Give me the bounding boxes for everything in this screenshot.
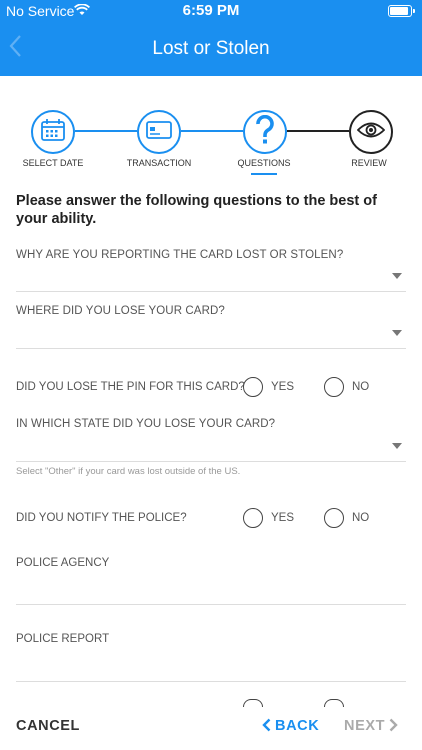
stepper-connector (287, 130, 349, 132)
step-review[interactable] (349, 110, 393, 154)
police-agency-field[interactable]: POLICE AGENCY (16, 557, 406, 605)
police-report-underline (16, 681, 406, 682)
lost-pin-no-label: NO (352, 381, 370, 393)
intro-text: Please answer the following questions to… (16, 193, 377, 227)
where-lost-select[interactable] (16, 319, 406, 349)
notify-police-yes-label: YES (271, 512, 295, 524)
next-button[interactable]: NEXT (344, 718, 398, 736)
notify-police-yes-radio[interactable] (243, 508, 263, 528)
where-lost-label: WHERE DID YOU LOSE YOUR CARD? (16, 305, 225, 317)
lost-pin-yes-label: YES (271, 381, 295, 393)
step-label-select-date: SELECT DATE (22, 158, 84, 168)
nav-bar: Lost or Stolen (0, 22, 422, 76)
chevron-right-icon (389, 718, 398, 736)
clock: 6:59 PM (182, 2, 240, 19)
lost-pin-label: DID YOU LOSE THE PIN FOR THIS CARD? (16, 381, 245, 393)
chevron-down-icon (392, 273, 402, 279)
footer-bar: CANCEL BACK NEXT (0, 708, 422, 750)
where-lost-dropdown[interactable]: WHERE DID YOU LOSE YOUR CARD? (16, 305, 406, 349)
notify-police-no-radio[interactable] (324, 508, 344, 528)
police-report-field[interactable]: POLICE REPORT (16, 633, 406, 682)
form-intro: Please answer the following questions to… (16, 192, 406, 228)
lost-pin-question: DID YOU LOSE THE PIN FOR THIS CARD? YES … (16, 377, 406, 399)
state-hint: Select "Other" if your card was lost out… (16, 466, 241, 477)
card-icon (146, 120, 172, 144)
which-state-label: IN WHICH STATE DID YOU LOSE YOUR CARD? (16, 418, 276, 430)
page-title: Lost or Stolen (152, 38, 270, 59)
chevron-down-icon (392, 330, 402, 336)
status-bar: No Service 6:59 PM (0, 0, 422, 22)
back-label: BACK (275, 718, 320, 734)
why-reporting-select[interactable] (16, 262, 406, 292)
stepper-connector (75, 130, 137, 132)
lost-pin-no-radio[interactable] (324, 377, 344, 397)
cancel-button[interactable]: CANCEL (16, 718, 80, 734)
which-state-select[interactable] (16, 432, 406, 462)
notify-police-no-label: NO (352, 512, 370, 524)
battery-icon (388, 5, 415, 17)
which-state-dropdown[interactable]: IN WHICH STATE DID YOU LOSE YOUR CARD? (16, 418, 406, 462)
notify-police-label: DID YOU NOTIFY THE POLICE? (16, 512, 187, 524)
active-step-indicator (251, 173, 277, 175)
next-label: NEXT (344, 718, 386, 734)
stepper-connector (181, 130, 243, 132)
lost-pin-yes-radio[interactable] (243, 377, 263, 397)
back-button[interactable]: BACK (262, 718, 319, 736)
partial-no-radio[interactable] (324, 699, 344, 707)
question-icon (254, 114, 276, 150)
police-report-label: POLICE REPORT (16, 633, 110, 645)
step-label-review: REVIEW (351, 158, 387, 168)
partial-yes-radio[interactable] (243, 699, 263, 707)
step-questions[interactable] (243, 110, 287, 154)
calendar-icon (40, 118, 66, 147)
why-reporting-dropdown[interactable]: WHY ARE YOU REPORTING THE CARD LOST OR S… (16, 249, 406, 292)
progress-stepper: SELECT DATE TRANSACTION QUESTIONS REVIEW (0, 102, 422, 182)
chevron-down-icon (392, 443, 402, 449)
step-label-transaction: TRANSACTION (126, 158, 192, 168)
step-select-date[interactable] (31, 110, 75, 154)
police-agency-label: POLICE AGENCY (16, 557, 110, 569)
why-reporting-label: WHY ARE YOU REPORTING THE CARD LOST OR S… (16, 249, 344, 261)
step-label-questions: QUESTIONS (237, 158, 291, 168)
notify-police-question: DID YOU NOTIFY THE POLICE? YES NO (16, 508, 406, 530)
police-agency-underline (16, 604, 406, 605)
eye-icon (356, 121, 386, 144)
step-transaction[interactable] (137, 110, 181, 154)
chevron-left-icon (262, 718, 271, 736)
